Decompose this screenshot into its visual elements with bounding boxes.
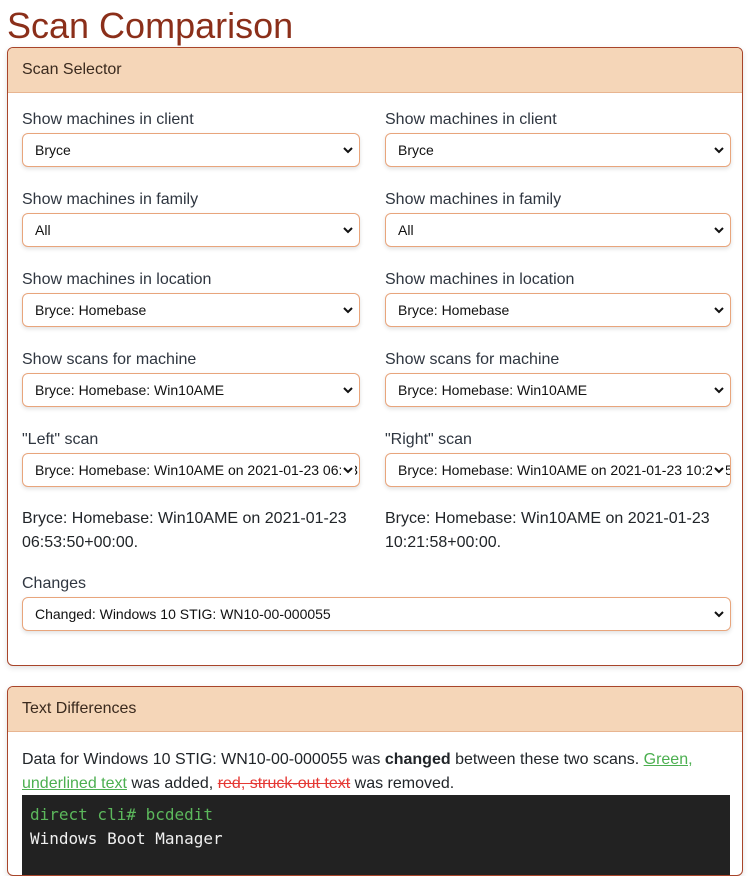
text-differences-card: Text Differences Data for Windows 10 STI… bbox=[7, 686, 743, 876]
left-scan-description: Bryce: Homebase: Win10AME on 2021-01-23 … bbox=[22, 510, 347, 551]
diff-intro-prefix: Data for Windows 10 STIG: WN10-00-000055… bbox=[22, 751, 385, 768]
right-client-value: Bryce bbox=[398, 142, 434, 158]
page-title: Scan Comparison bbox=[7, 5, 294, 46]
left-client-label: Show machines in client bbox=[22, 111, 194, 128]
right-family-select[interactable]: All bbox=[385, 213, 731, 247]
left-location-label: Show machines in location bbox=[22, 271, 212, 288]
left-scan-value: Bryce: Homebase: Win10AME on 2021-01-23 … bbox=[35, 462, 359, 478]
left-machine-value: Bryce: Homebase: Win10AME bbox=[35, 382, 225, 398]
right-location-label: Show machines in location bbox=[385, 271, 575, 288]
left-machine-select[interactable]: Bryce: Homebase: Win10AME bbox=[22, 373, 360, 407]
left-client-value: Bryce bbox=[35, 142, 71, 158]
left-client-select[interactable]: Bryce bbox=[22, 133, 360, 167]
right-location-value: Bryce: Homebase bbox=[398, 302, 510, 318]
removed-legend: red, struck-out text bbox=[217, 775, 351, 792]
diff-code-block: direct cli# bcdedit Windows Boot Manager bbox=[22, 795, 730, 875]
chevron-down-icon bbox=[712, 598, 726, 630]
left-location-value: Bryce: Homebase bbox=[35, 302, 147, 318]
diff-intro: Data for Windows 10 STIG: WN10-00-000055… bbox=[22, 748, 722, 796]
chevron-down-icon bbox=[712, 374, 726, 406]
diff-intro-middle: between these two scans. bbox=[450, 751, 644, 768]
chevron-down-icon bbox=[712, 454, 726, 486]
scan-selector-header: Scan Selector bbox=[8, 48, 742, 93]
chevron-down-icon bbox=[341, 294, 355, 326]
left-scan-label: "Left" scan bbox=[22, 431, 99, 448]
right-family-label: Show machines in family bbox=[385, 191, 562, 208]
chevron-down-icon bbox=[712, 294, 726, 326]
chevron-down-icon bbox=[712, 134, 726, 166]
right-client-label: Show machines in client bbox=[385, 111, 557, 128]
code-line-prompt: direct cli# bcdedit bbox=[30, 805, 214, 824]
left-location-select[interactable]: Bryce: Homebase bbox=[22, 293, 360, 327]
right-scan-description: Bryce: Homebase: Win10AME on 2021-01-23 … bbox=[385, 510, 710, 551]
left-machine-label: Show scans for machine bbox=[22, 351, 197, 368]
chevron-down-icon bbox=[712, 214, 726, 246]
right-scan-value: Bryce: Homebase: Win10AME on 2021-01-23 … bbox=[398, 462, 731, 478]
left-family-select[interactable]: All bbox=[22, 213, 360, 247]
right-machine-select[interactable]: Bryce: Homebase: Win10AME bbox=[385, 373, 731, 407]
code-line: Windows Boot Manager bbox=[30, 829, 223, 848]
scan-selector-card: Scan Selector Show machines in client Br… bbox=[7, 47, 743, 666]
changes-select[interactable]: Changed: Windows 10 STIG: WN10-00-000055 bbox=[22, 597, 731, 631]
diff-intro-bold: changed bbox=[384, 751, 451, 768]
changes-value: Changed: Windows 10 STIG: WN10-00-000055 bbox=[35, 606, 331, 622]
right-machine-label: Show scans for machine bbox=[385, 351, 560, 368]
right-machine-value: Bryce: Homebase: Win10AME bbox=[398, 382, 588, 398]
chevron-down-icon bbox=[341, 374, 355, 406]
text-differences-header: Text Differences bbox=[8, 687, 742, 732]
chevron-down-icon bbox=[341, 134, 355, 166]
chevron-down-icon bbox=[341, 214, 355, 246]
right-location-select[interactable]: Bryce: Homebase bbox=[385, 293, 731, 327]
removed-suffix: was removed. bbox=[350, 775, 455, 792]
left-family-label: Show machines in family bbox=[22, 191, 199, 208]
left-scan-select[interactable]: Bryce: Homebase: Win10AME on 2021-01-23 … bbox=[22, 453, 360, 487]
right-client-select[interactable]: Bryce bbox=[385, 133, 731, 167]
right-scan-select[interactable]: Bryce: Homebase: Win10AME on 2021-01-23 … bbox=[385, 453, 731, 487]
left-family-value: All bbox=[35, 222, 51, 238]
added-suffix: was added, bbox=[126, 775, 218, 792]
chevron-down-icon bbox=[341, 454, 355, 486]
right-family-value: All bbox=[398, 222, 414, 238]
right-scan-label: "Right" scan bbox=[385, 431, 472, 448]
changes-label: Changes bbox=[22, 575, 87, 592]
